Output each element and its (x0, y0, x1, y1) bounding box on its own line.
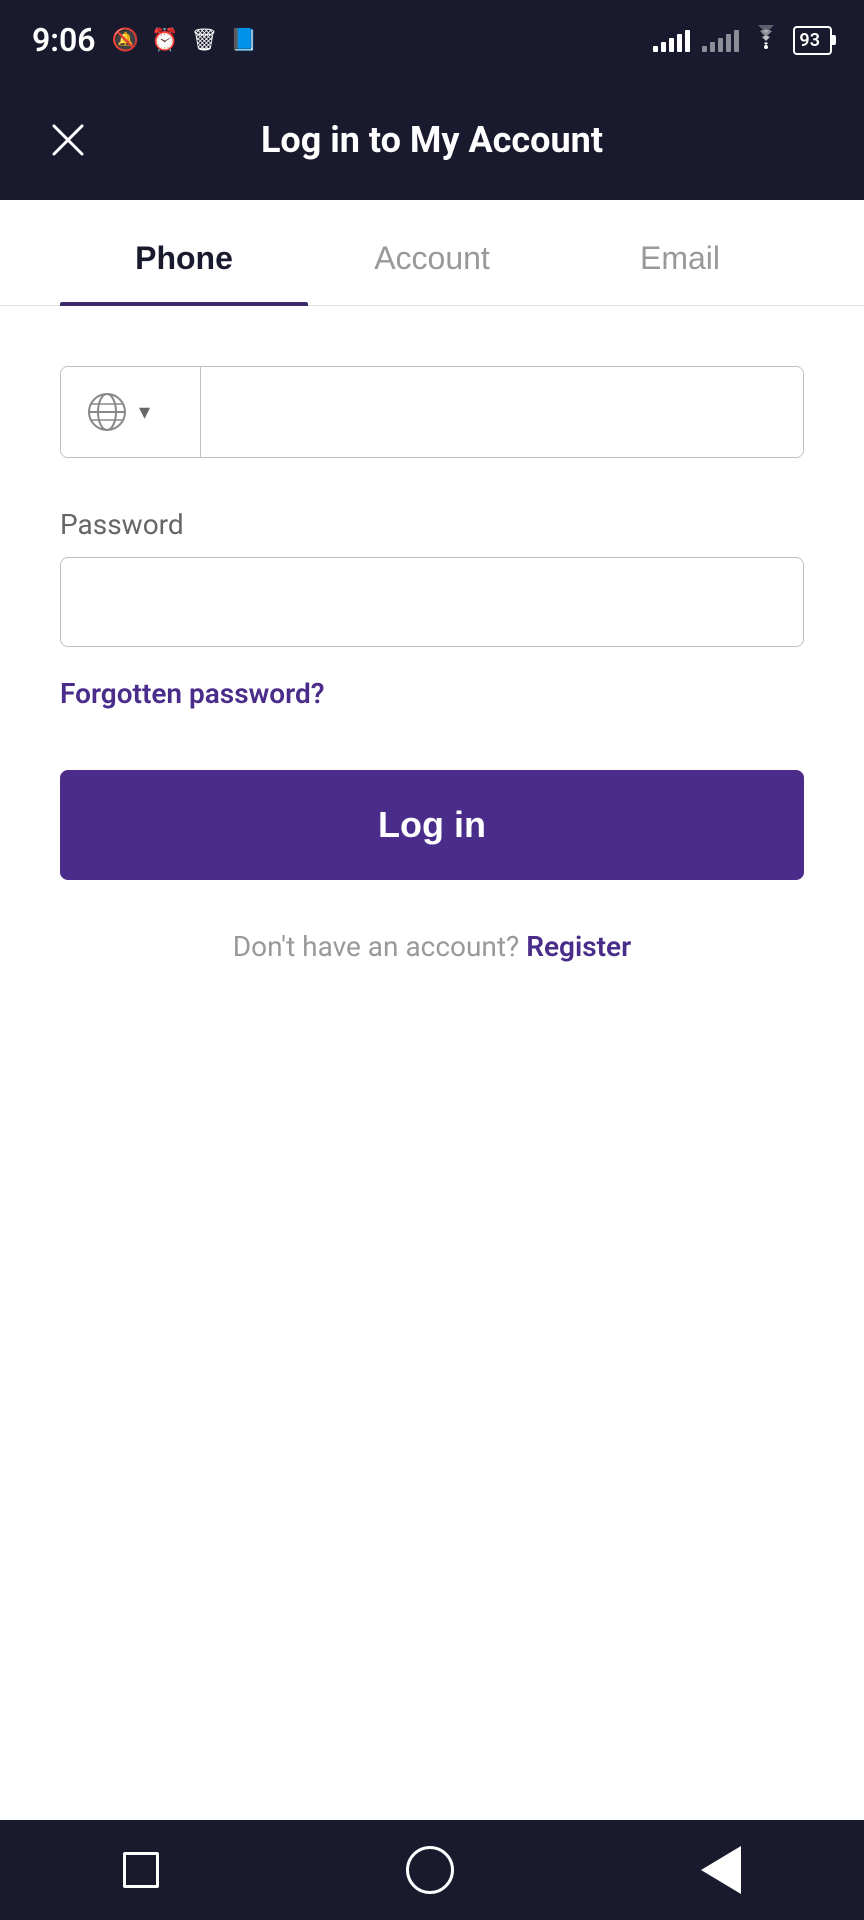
close-button[interactable] (40, 112, 96, 168)
signal-bar (669, 38, 674, 52)
signal-bar (710, 42, 715, 52)
facebook-icon: 📘 (230, 28, 257, 53)
register-text: Don't have an account? Register (60, 930, 804, 963)
password-label: Password (60, 508, 804, 541)
close-icon (48, 120, 88, 160)
signal-bar (702, 46, 707, 52)
signal-bar (661, 42, 666, 52)
signal-bar (718, 38, 723, 52)
signal-bars-1 (653, 28, 690, 52)
tab-navigation: Phone Account Email (0, 200, 864, 306)
signal-bar (734, 30, 739, 52)
globe-icon (85, 390, 129, 434)
status-left: 9:06 🔕 ⏰ 🗑 📘 (32, 21, 258, 59)
home-icon (406, 1846, 454, 1894)
login-button[interactable]: Log in (60, 770, 804, 880)
phone-number-input[interactable] (201, 367, 803, 457)
main-content: ▾ Password Forgotten password? Log in Do… (0, 306, 864, 1820)
signal-bar (677, 34, 682, 52)
alarm-icon: ⏰ (151, 28, 178, 53)
tab-account[interactable]: Account (308, 200, 556, 305)
status-bar: 9:06 🔕 ⏰ 🗑 📘 (0, 0, 864, 80)
password-input[interactable] (60, 557, 804, 647)
phone-input-row: ▾ (60, 366, 804, 458)
register-link[interactable]: Register (526, 930, 631, 963)
forgot-password-link[interactable]: Forgotten password? (60, 677, 324, 710)
trash-icon: 🗑 (190, 28, 218, 53)
signal-bar (726, 34, 731, 52)
recent-apps-icon (123, 1852, 159, 1888)
battery-indicator: 93 (793, 26, 832, 55)
nav-recent-apps-button[interactable] (107, 1836, 175, 1904)
wifi-icon (751, 25, 781, 55)
tab-email[interactable]: Email (556, 200, 804, 305)
battery-container: 93 (793, 26, 832, 55)
register-prompt: Don't have an account? (233, 930, 519, 963)
signal-bar (653, 46, 658, 52)
status-right: 93 (653, 25, 832, 55)
nav-home-button[interactable] (390, 1830, 470, 1910)
header-title: Log in to My Account (96, 119, 768, 161)
signal-bars-2 (702, 28, 739, 52)
signal-bar (685, 30, 690, 52)
mute-icon: 🔕 (112, 28, 139, 53)
status-time: 9:06 (32, 21, 96, 59)
nav-back-button[interactable] (685, 1830, 757, 1910)
header: Log in to My Account (0, 80, 864, 200)
bottom-navigation (0, 1820, 864, 1920)
back-icon (701, 1846, 741, 1894)
chevron-down-icon: ▾ (139, 399, 150, 425)
tab-phone[interactable]: Phone (60, 200, 308, 305)
country-selector[interactable]: ▾ (61, 367, 201, 457)
status-icons: 🔕 ⏰ 🗑 📘 (112, 28, 258, 53)
